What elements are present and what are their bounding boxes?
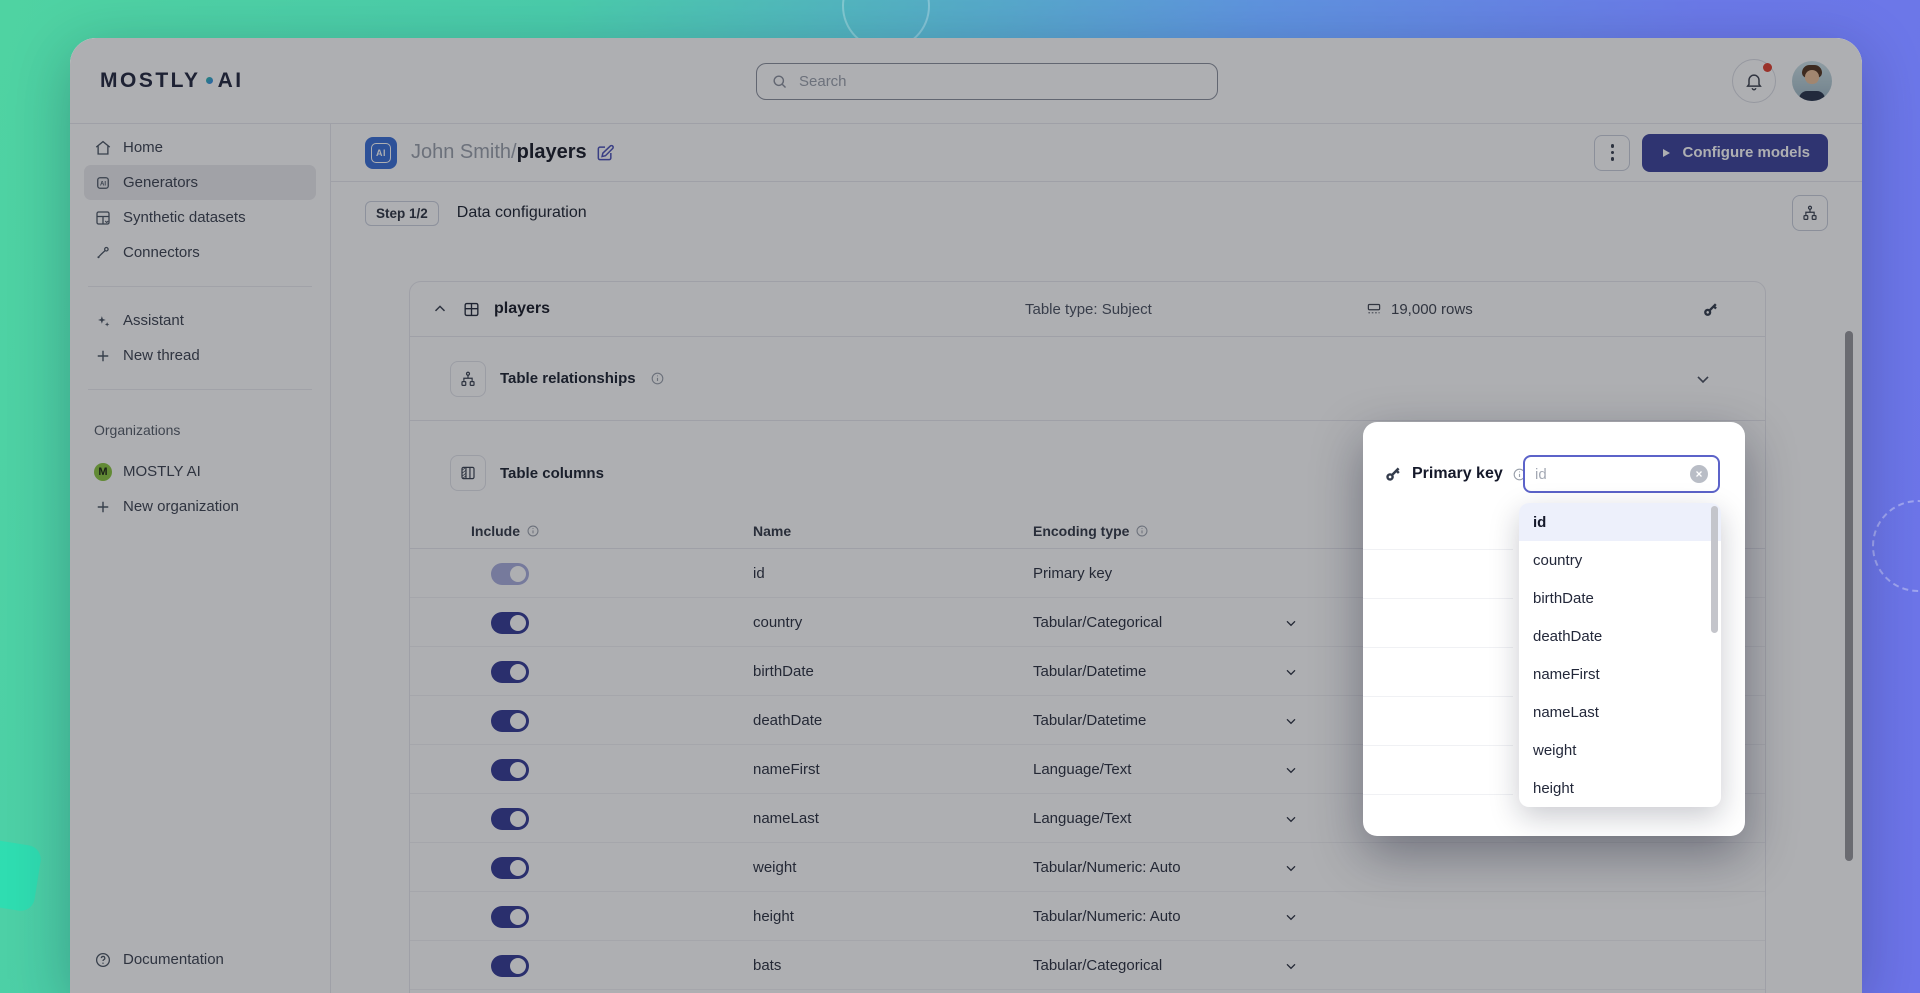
dropdown-option[interactable]: weight [1519,731,1721,769]
dropdown-option[interactable]: height [1519,769,1721,807]
key-icon [1383,464,1403,484]
clear-input-icon[interactable] [1690,465,1708,483]
dropdown-scrollbar[interactable] [1711,506,1718,633]
page-background: MOSTLY AI [0,0,1920,993]
primary-key-input-wrap [1523,455,1720,493]
dropdown-option[interactable]: country [1519,541,1721,579]
primary-key-input[interactable] [1535,466,1682,483]
primary-key-popup: Primary key id country birthDate deathDa… [1363,422,1745,836]
dropdown-option[interactable]: birthDate [1519,579,1721,617]
dropdown-option[interactable]: nameLast [1519,693,1721,731]
dropdown-option[interactable]: nameFirst [1519,655,1721,693]
decor-tile [0,837,43,913]
dropdown-option[interactable]: id [1519,503,1721,541]
decor-dashed-circle [1872,500,1920,592]
primary-key-dropdown: id country birthDate deathDate nameFirst… [1519,503,1721,807]
popup-row-lines [1363,501,1513,801]
primary-key-label: Primary key [1412,465,1503,483]
dropdown-option[interactable]: deathDate [1519,617,1721,655]
